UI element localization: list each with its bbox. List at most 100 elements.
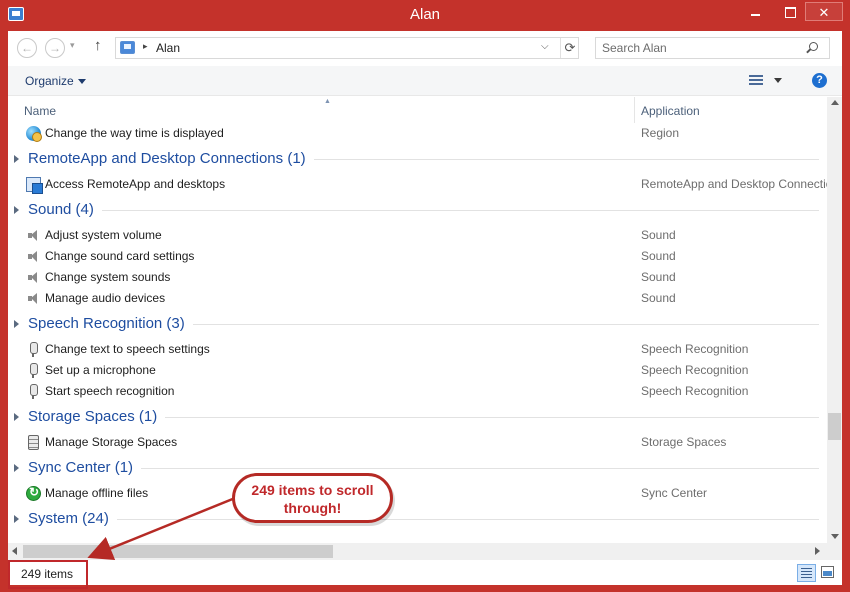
scroll-right-icon[interactable] (815, 547, 820, 555)
microphone-icon (26, 363, 41, 378)
item-name[interactable]: Change system sounds (45, 270, 170, 284)
group-collapse-icon[interactable] (14, 413, 19, 421)
list-item[interactable]: Change the way time is displayed Region (8, 123, 827, 144)
speaker-icon (26, 228, 41, 243)
group-header[interactable]: RemoteApp and Desktop Connections (1) (8, 147, 827, 171)
item-name[interactable]: Change the way time is displayed (45, 126, 224, 140)
scroll-up-icon[interactable] (831, 100, 839, 105)
command-bar: Organize ? (8, 66, 842, 96)
file-list: ▲ Name Application Change the way time i… (8, 97, 827, 543)
address-dropdown-button[interactable]: ⌵ (541, 41, 549, 52)
control-panel-icon (120, 41, 135, 54)
group-title[interactable]: Sync Center (1) (28, 459, 133, 476)
group-title[interactable]: Sound (4) (28, 201, 94, 218)
item-application: Sound (641, 249, 676, 263)
list-item[interactable]: Manage audio devices Sound (8, 288, 827, 309)
item-name[interactable]: Change text to speech settings (45, 342, 210, 356)
vertical-scrollbar[interactable] (827, 97, 842, 543)
group-divider (165, 417, 819, 418)
close-button[interactable]: ✕ (805, 2, 843, 21)
item-name[interactable]: Set up a microphone (45, 363, 156, 377)
item-application: Speech Recognition (641, 363, 749, 377)
list-item[interactable]: Change system sounds Sound (8, 267, 827, 288)
column-divider[interactable] (634, 97, 635, 123)
group-header[interactable]: System (24) (8, 507, 827, 531)
group-divider (314, 159, 819, 160)
search-input[interactable] (596, 38, 801, 58)
refresh-button[interactable]: ⟳ (560, 38, 579, 58)
list-item[interactable]: Change text to speech settings Speech Rec… (8, 339, 827, 360)
list-item[interactable]: Access RemoteApp and desktops RemoteApp a… (8, 174, 827, 195)
list-item[interactable]: Adjust system volume Sound (8, 225, 827, 246)
help-icon[interactable]: ? (812, 73, 827, 88)
window-title: Alan (409, 6, 441, 23)
up-button[interactable]: ↑ (94, 37, 102, 54)
group-title[interactable]: RemoteApp and Desktop Connections (1) (28, 150, 306, 167)
group-collapse-icon[interactable] (14, 320, 19, 328)
scroll-down-icon[interactable] (831, 534, 839, 539)
recent-locations-button[interactable]: ▾ (70, 40, 75, 51)
list-item[interactable]: Manage Storage Spaces Storage Spaces (8, 432, 827, 453)
column-header-application[interactable]: Application (641, 104, 700, 118)
speaker-icon (26, 291, 41, 306)
speaker-icon (26, 270, 41, 285)
horizontal-scroll-thumb[interactable] (23, 545, 333, 558)
item-application: Sound (641, 228, 676, 242)
list-item[interactable]: Manage offline files Sync Center (8, 483, 827, 504)
item-name[interactable]: Start speech recognition (45, 384, 174, 398)
scroll-left-icon[interactable] (12, 547, 17, 555)
group-title[interactable]: System (24) (28, 510, 109, 527)
back-button[interactable]: ← (17, 38, 37, 58)
item-application: Storage Spaces (641, 435, 727, 449)
item-name[interactable]: Change sound card settings (45, 249, 194, 263)
list-item[interactable]: Set up a microphone Speech Recognition (8, 360, 827, 381)
title-bar[interactable]: Alan ✕ (0, 0, 850, 31)
group-collapse-icon[interactable] (14, 206, 19, 214)
group-collapse-icon[interactable] (14, 155, 19, 163)
storage-icon (28, 435, 39, 450)
group-divider (117, 519, 819, 520)
microphone-icon (26, 342, 41, 357)
search-box[interactable] (595, 37, 830, 59)
change-view-icon[interactable] (749, 75, 763, 86)
large-icons-view-icon[interactable] (821, 566, 834, 578)
organize-menu[interactable]: Organize (25, 74, 86, 88)
item-application: RemoteApp and Desktop Connections (641, 177, 827, 191)
sort-ascending-icon: ▲ (324, 98, 331, 105)
item-application: Region (641, 126, 680, 140)
group-header[interactable]: Speech Recognition (3) (8, 312, 827, 336)
group-collapse-icon[interactable] (14, 464, 19, 472)
list-item[interactable]: Start speech recognition Speech Recogniti… (8, 381, 827, 402)
breadcrumb-alan[interactable]: Alan (156, 41, 180, 55)
breadcrumb-chevron-icon[interactable]: ▸ (143, 41, 148, 52)
item-name[interactable]: Adjust system volume (45, 228, 162, 242)
globe-clock-icon (26, 126, 42, 142)
list-item[interactable]: Change sound card settings Sound (8, 246, 827, 267)
dropdown-arrow-icon (77, 79, 86, 85)
group-title[interactable]: Storage Spaces (1) (28, 408, 157, 425)
column-header-name[interactable]: Name (24, 104, 56, 118)
view-dropdown-icon[interactable] (774, 78, 782, 83)
group-title[interactable]: Speech Recognition (3) (28, 315, 185, 332)
explorer-window: Alan ✕ ← → ▾ ↑ ▸ Alan ⌵ ⟳ Organi (0, 0, 850, 592)
organize-label: Organize (25, 74, 74, 88)
group-header[interactable]: Sound (4) (8, 198, 827, 222)
group-collapse-icon[interactable] (14, 515, 19, 523)
minimize-button[interactable] (742, 2, 768, 21)
address-bar[interactable]: ▸ Alan ⌵ ⟳ (115, 37, 579, 59)
navigation-bar: ← → ▾ ↑ ▸ Alan ⌵ ⟳ (8, 31, 842, 64)
callout-line-1: 249 items to scroll (251, 482, 374, 498)
item-name[interactable]: Manage Storage Spaces (45, 435, 177, 449)
horizontal-scrollbar[interactable] (8, 543, 842, 560)
item-application: Sync Center (641, 486, 708, 500)
group-header[interactable]: Storage Spaces (1) (8, 405, 827, 429)
item-name[interactable]: Manage offline files (45, 486, 148, 500)
item-name[interactable]: Access RemoteApp and desktops (45, 177, 225, 191)
vertical-scroll-thumb[interactable] (828, 413, 841, 440)
maximize-button[interactable] (777, 2, 803, 21)
details-view-icon[interactable] (797, 564, 816, 582)
item-name[interactable]: Manage audio devices (45, 291, 165, 305)
search-icon[interactable] (809, 42, 818, 51)
group-header[interactable]: Sync Center (1) (8, 456, 827, 480)
forward-button[interactable]: → (45, 38, 65, 58)
